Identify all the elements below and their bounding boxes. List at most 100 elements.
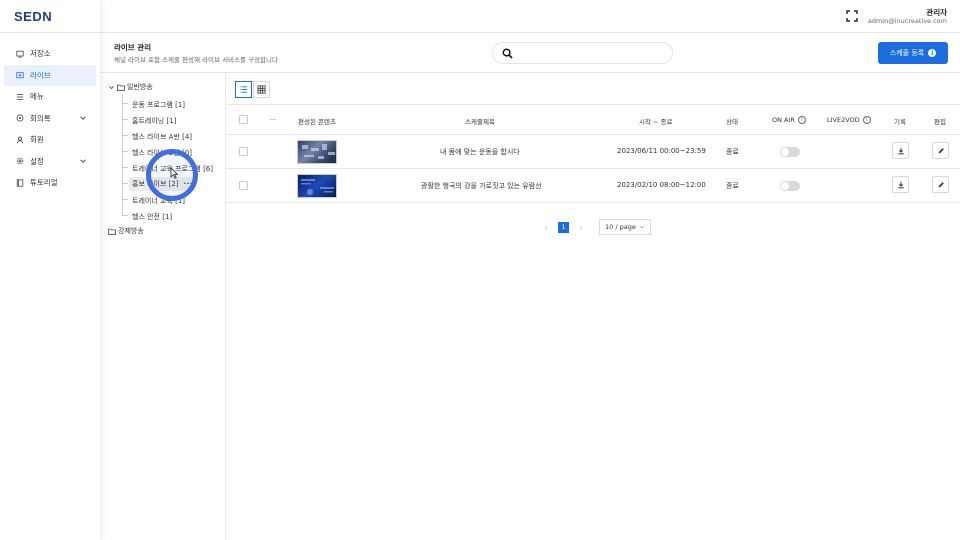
tree-item[interactable]: 홈트레이닝 [1] <box>129 114 179 128</box>
select-all-checkbox[interactable] <box>239 115 248 124</box>
folder-icon <box>108 228 116 235</box>
register-schedule-label: 스케줄 등록 <box>889 49 925 57</box>
schedule-time: 2023/02/10 08:00~12:00 <box>617 181 706 189</box>
edit-button[interactable] <box>932 176 949 193</box>
menu-icon <box>16 93 24 101</box>
tree-item[interactable]: 헬스 안전 [1] <box>129 210 175 224</box>
download-button[interactable] <box>892 176 909 193</box>
divider <box>0 32 100 33</box>
cursor-icon <box>170 167 178 179</box>
sidebar-item-members[interactable]: 회원 <box>0 129 100 151</box>
sidebar-item-live[interactable]: 라이브 <box>4 64 96 86</box>
download-icon <box>897 181 904 188</box>
tree-root-label: 일반방송 <box>127 83 153 91</box>
logo: SEDN <box>14 9 53 24</box>
sidebar-item-settings[interactable]: 설정 <box>0 151 100 173</box>
row-checkbox[interactable] <box>239 181 248 190</box>
thumbnail-image <box>302 144 335 159</box>
table-row[interactable]: 광활한 행국의 강을 가로짓고 있는 유람선 2023/02/10 08:00~… <box>226 169 960 203</box>
tree-root-forced[interactable]: 강제방송 <box>108 226 144 236</box>
schedule-title: 광활한 행국의 강을 가로짓고 있는 유람선 <box>421 182 542 190</box>
tree-branch <box>122 135 128 136</box>
folder-open-icon <box>117 84 125 91</box>
search-input[interactable] <box>492 42 673 64</box>
download-icon <box>897 147 904 154</box>
live-icon <box>16 71 24 79</box>
minutes-icon <box>16 114 24 122</box>
tree-item-label: 운동 프로그램 [1] <box>132 101 186 109</box>
list-view-button[interactable] <box>235 81 252 98</box>
info-icon[interactable]: i <box>797 116 806 124</box>
page-number-current[interactable]: 1 <box>558 221 569 233</box>
tree-guide-line <box>122 94 123 215</box>
chevron-down-icon <box>639 225 645 229</box>
user-icon <box>16 136 24 144</box>
column-header-content: 편성된 콘텐츠 <box>298 118 336 126</box>
tree-item[interactable]: 헬스 라이브 A반 [4] <box>129 130 195 144</box>
chevron-down-icon <box>109 85 114 89</box>
search-icon <box>502 48 513 59</box>
onair-toggle[interactable] <box>780 181 800 191</box>
sidebar-item-label: 회원 <box>30 135 44 145</box>
chevron-down-icon <box>80 158 86 163</box>
sidebar-item-storage[interactable]: 저장소 <box>0 43 100 65</box>
schedule-title: 내 몸에 맞는 운동을 합시다 <box>440 148 520 156</box>
gear-icon <box>16 157 24 165</box>
register-schedule-button[interactable]: 스케줄 등록 i <box>878 42 948 64</box>
sidebar-item-minutes[interactable]: 회의록 <box>0 108 100 130</box>
sidebar-item-label: 튜토리얼 <box>30 178 58 188</box>
tree-item-label: 헬스 라이브 A반 [4] <box>132 133 193 141</box>
storage-icon <box>16 50 24 58</box>
page-subtitle: 채널 라이브 포함 스케줄 편성해 라이브 서비스를 구성합니다 <box>114 56 278 64</box>
info-icon[interactable]: i <box>862 116 871 124</box>
page-title: 라이브 관리 <box>114 43 152 52</box>
table-header: ··· 편성된 콘텐츠 스케줄제목 시작 ~ 종료 상태 ON AIR i LI… <box>226 105 960 135</box>
view-toolbar <box>226 73 960 105</box>
tree-item[interactable]: 운동 프로그램 [1] <box>129 98 188 112</box>
chevron-right-icon[interactable]: › <box>577 223 585 232</box>
grid-view-button[interactable] <box>253 81 270 98</box>
sidebar-item-label: 회의록 <box>30 113 51 123</box>
column-header-record: 기록 <box>894 118 906 126</box>
edit-button[interactable] <box>932 142 949 159</box>
content-thumbnail <box>297 174 337 198</box>
thumbnail-image <box>301 179 334 195</box>
app-window: SEDN 저장소 라이브 메뉴 회의록 회원 설정 튜토리얼 관리자 admin… <box>0 0 960 540</box>
download-button[interactable] <box>892 142 909 159</box>
sidebar-item-tutorial[interactable]: 튜토리얼 <box>0 172 100 194</box>
column-header-live2vod-label: LIVE2VOD <box>827 116 860 124</box>
sidebar-item-menu[interactable]: 메뉴 <box>0 86 100 108</box>
tree-branch <box>122 199 128 200</box>
page-size-select[interactable]: 10 / page <box>599 219 651 235</box>
schedule-panel: ··· 편성된 콘텐츠 스케줄제목 시작 ~ 종료 상태 ON AIR i LI… <box>226 73 960 540</box>
pencil-icon <box>938 181 944 187</box>
tree-branch <box>122 103 128 104</box>
pencil-icon <box>938 147 944 153</box>
sidebar-item-label: 설정 <box>30 156 44 166</box>
column-header-status: 상태 <box>726 118 738 126</box>
tree-branch <box>122 215 128 216</box>
pagination: ‹ 1 › 10 / page <box>542 219 651 235</box>
tree-root-general[interactable]: 일반방송 <box>108 82 153 92</box>
table-row[interactable]: 내 몸에 맞는 운동을 합시다 2023/06/11 00:00~23:59 종… <box>226 135 960 169</box>
onair-toggle[interactable] <box>780 147 800 157</box>
row-checkbox[interactable] <box>239 147 248 156</box>
tree-root-label: 강제방송 <box>118 227 144 235</box>
sidebar-nav: 저장소 라이브 메뉴 회의록 회원 설정 튜토리얼 <box>0 43 100 194</box>
page-size-label: 10 / page <box>605 223 636 231</box>
chevron-down-icon <box>80 115 86 120</box>
tree-branch <box>122 183 128 184</box>
column-header-more: ··· <box>270 116 277 124</box>
book-icon <box>16 179 24 187</box>
column-header-edit: 편집 <box>934 118 946 126</box>
page-titlebar: 라이브 관리 채널 라이브 포함 스케줄 편성해 라이브 서비스를 구성합니다 … <box>100 33 960 73</box>
fullscreen-icon[interactable] <box>846 10 858 22</box>
column-header-time: 시작 ~ 종료 <box>639 118 673 126</box>
grid-icon <box>257 85 266 94</box>
info-icon: i <box>928 49 937 57</box>
chevron-left-icon[interactable]: ‹ <box>542 223 550 232</box>
user-email: admin@inucreative.com <box>867 17 947 25</box>
status-badge: 종료 <box>726 182 739 190</box>
status-badge: 종료 <box>726 148 739 156</box>
content-thumbnail <box>297 140 337 164</box>
